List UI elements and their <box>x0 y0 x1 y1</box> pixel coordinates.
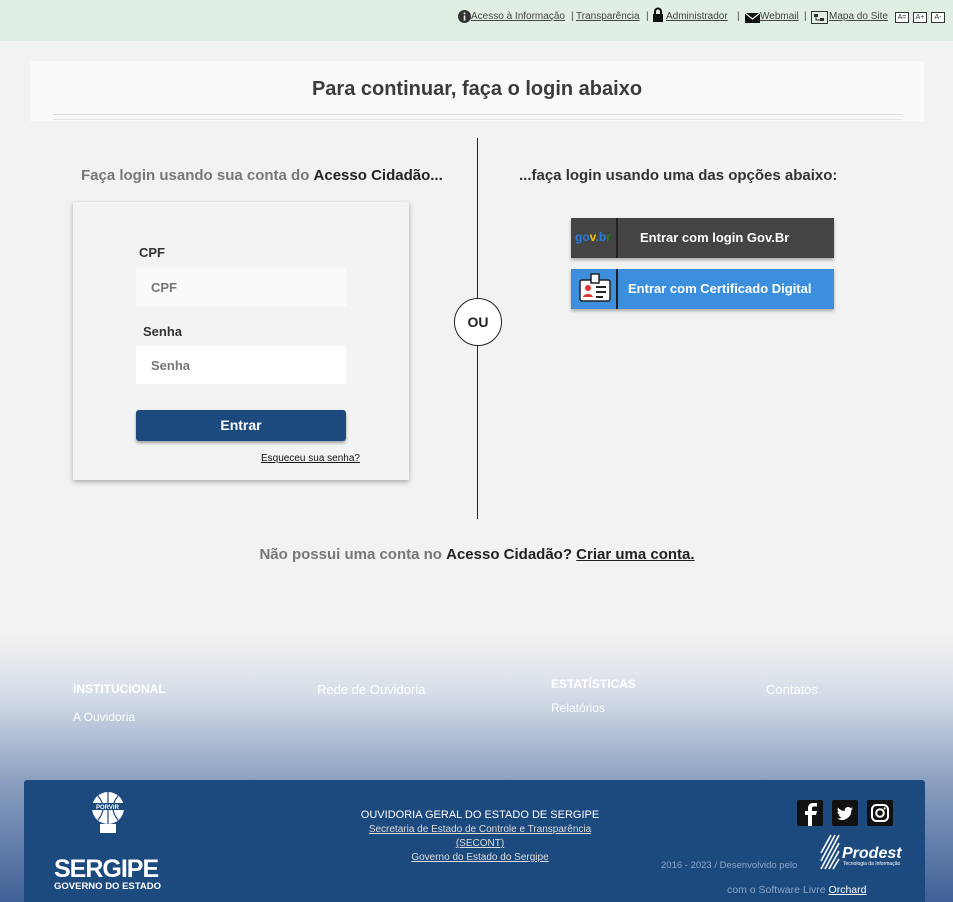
title-divider <box>53 114 902 120</box>
cpf-label: CPF <box>139 245 165 260</box>
porvir-text: PORVIR <box>96 805 119 811</box>
governo-link[interactable]: Governo do Estado do Sergipe <box>350 852 610 863</box>
id-card-icon <box>571 269 618 309</box>
acesso-informacao-link[interactable]: Acesso à Informação <box>471 11 565 22</box>
govbr-logo-icon: gov.br <box>571 218 618 258</box>
left-heading: Faça login usando sua conta do Acesso Ci… <box>81 167 443 184</box>
transparencia-link[interactable]: Transparência <box>576 11 640 22</box>
font-decrease-button[interactable]: A- <box>931 12 945 23</box>
mapa-do-site-link[interactable]: Mapa do Site <box>829 11 888 22</box>
senha-label: Senha <box>143 324 183 339</box>
create-account-link[interactable]: Criar uma conta. <box>576 546 694 563</box>
font-increase-button[interactable]: A+ <box>913 12 927 23</box>
right-heading: ...faça login usando uma das opções abai… <box>519 167 838 184</box>
webmail-link[interactable]: Webmail <box>760 11 799 22</box>
footer-a-ouvidoria-link[interactable]: A Ouvidoria <box>73 710 135 724</box>
mail-icon <box>745 13 760 23</box>
seccont-link[interactable]: (SECONT) <box>350 838 610 849</box>
brand-subtitle: GOVERNO DO ESTADO <box>54 881 161 892</box>
facebook-icon[interactable] <box>797 800 823 826</box>
cert-button-label: Entrar com Certificado Digital <box>628 281 812 296</box>
footer-contatos-link[interactable]: Contatos <box>766 682 818 697</box>
instagram-icon[interactable] <box>867 800 893 826</box>
forgot-password-link[interactable]: Esqueceu sua senha? <box>261 453 360 464</box>
twitter-icon[interactable] <box>832 800 858 826</box>
page-title: Para continuar, faça o login abaixo <box>311 78 643 100</box>
cpf-input[interactable] <box>136 268 346 306</box>
or-badge: OU <box>454 298 502 346</box>
govbr-button-label: Entrar com login Gov.Br <box>640 230 790 245</box>
entrar-button[interactable]: Entrar <box>136 410 346 441</box>
developed-by-text: 2016 - 2023 / Desenvolvido pelo <box>661 860 798 871</box>
brand-logo: SERGIPE <box>54 855 159 883</box>
orchard-link[interactable]: Orchard <box>829 884 867 896</box>
secretaria-link[interactable]: Secretaria de Estado de Controle e Trans… <box>350 824 610 835</box>
prodest-subtitle: Tecnologia da Informação <box>843 861 901 867</box>
top-bar: Acesso à Informação | Transparência | Ad… <box>0 0 953 41</box>
software-text: com o Software Livre Orchard <box>727 884 867 896</box>
org-name: OUVIDORIA GERAL DO ESTADO DE SERGIPE <box>360 809 600 821</box>
balloon-emblem-icon <box>90 792 126 833</box>
footer-relatorios-link[interactable]: Relatórios <box>551 701 605 715</box>
sitemap-icon <box>811 11 828 24</box>
no-account-text: Não possui uma conta no Acesso Cidadão? … <box>259 546 695 563</box>
lock-icon <box>653 7 663 22</box>
administrador-link[interactable]: Administrador <box>666 11 728 22</box>
footer-institucional-heading: INSTITUCIONAL <box>73 682 166 696</box>
prodest-logo-icon <box>820 834 840 870</box>
font-reset-button[interactable]: A= <box>895 12 909 23</box>
footer-estatisticas-heading: ESTATÍSTICAS <box>551 677 636 691</box>
info-icon <box>458 10 471 23</box>
certificado-digital-button[interactable]: Entrar com Certificado Digital <box>571 269 834 309</box>
footer-rede-link[interactable]: Rede de Ouvidoria <box>317 682 425 697</box>
senha-input[interactable] <box>136 346 346 384</box>
govbr-login-button[interactable]: gov.br Entrar com login Gov.Br <box>571 218 834 258</box>
